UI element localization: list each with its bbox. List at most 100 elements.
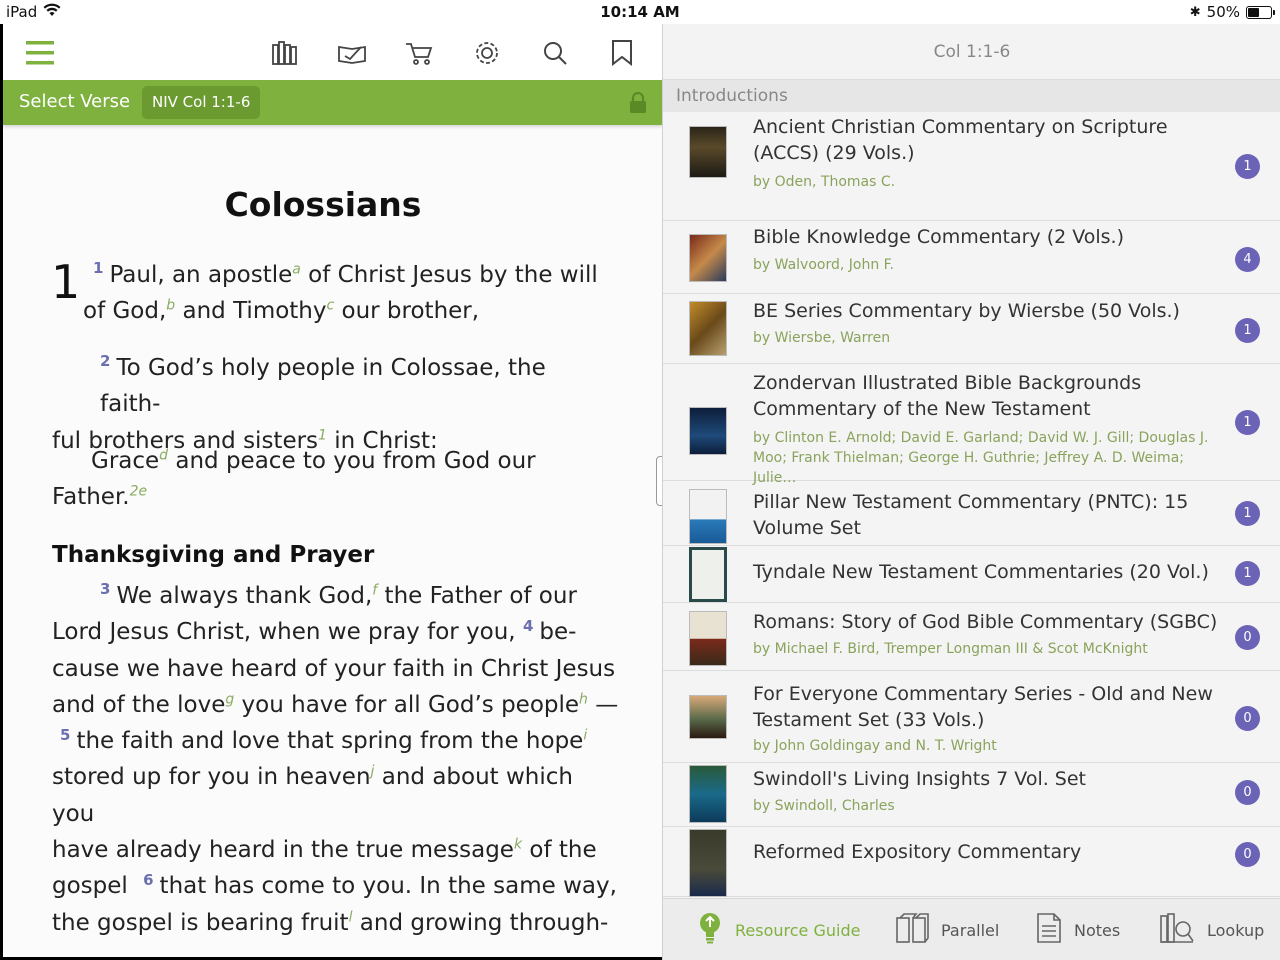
resource-author: by Clinton E. Arnold; David E. Garland; … bbox=[753, 430, 1209, 486]
count-badge: 1 bbox=[1235, 501, 1260, 526]
resource-title: Reformed Expository Commentary bbox=[753, 841, 1082, 863]
count-badge: 0 bbox=[1235, 780, 1260, 805]
resource-title: Ancient Christian Commentary on Scriptur… bbox=[753, 116, 1168, 164]
count-badge: 1 bbox=[1235, 318, 1260, 343]
count-badge: 0 bbox=[1235, 625, 1260, 650]
reference-button[interactable]: NIV Col 1:1-6 bbox=[142, 86, 261, 119]
resource-title: Romans: Story of God Bible Commentary (S… bbox=[753, 611, 1218, 633]
footnote-marker[interactable]: 2e bbox=[130, 484, 148, 500]
bottom-tab-bar: Resource Guide Parallel Notes Lookup bbox=[663, 898, 1280, 960]
main-toolbar bbox=[3, 24, 662, 80]
book-cover-image bbox=[689, 407, 727, 455]
settings-icon[interactable] bbox=[472, 38, 502, 68]
resource-title: Bible Knowledge Commentary (2 Vols.) bbox=[753, 226, 1125, 248]
library-icon[interactable] bbox=[270, 38, 300, 68]
notes-icon bbox=[1036, 912, 1062, 948]
list-item[interactable]: Zondervan Illustrated Bible Backgrounds … bbox=[663, 364, 1280, 486]
battery-percent: 50% bbox=[1206, 3, 1240, 21]
lookup-icon bbox=[1159, 912, 1195, 948]
lock-icon[interactable] bbox=[629, 91, 647, 118]
footnote-marker[interactable]: i bbox=[583, 728, 587, 744]
footnote-marker[interactable]: 1 bbox=[318, 427, 327, 443]
count-badge: 1 bbox=[1235, 410, 1260, 435]
reading-plan-icon[interactable] bbox=[337, 38, 367, 68]
bookmark-icon[interactable] bbox=[607, 38, 637, 68]
resource-author: by Oden, Thomas C. bbox=[753, 174, 896, 190]
tab-label: Parallel bbox=[941, 920, 1000, 940]
list-item[interactable]: Tyndale New Testament Commentaries (20 V… bbox=[663, 546, 1280, 603]
battery-icon bbox=[1246, 5, 1275, 19]
select-verse-button[interactable]: Select Verse bbox=[19, 91, 130, 112]
tab-notes[interactable]: Notes bbox=[1036, 913, 1120, 947]
resource-title: Swindoll's Living Insights 7 Vol. Set bbox=[753, 768, 1087, 790]
list-item[interactable]: Bible Knowledge Commentary (2 Vols.) by … bbox=[663, 221, 1280, 294]
search-icon[interactable] bbox=[540, 38, 570, 68]
verse-number[interactable]: 4 bbox=[523, 617, 533, 635]
resource-title: BE Series Commentary by Wiersbe (50 Vols… bbox=[753, 300, 1180, 322]
tab-resource-guide[interactable]: Resource Guide bbox=[697, 913, 860, 947]
resource-guide-pane: Col 1:1-6 Introductions Ancient Christia… bbox=[662, 24, 1280, 960]
resource-list[interactable]: Ancient Christian Commentary on Scriptur… bbox=[663, 112, 1280, 898]
book-title: Colossians bbox=[224, 185, 422, 224]
footnote-marker[interactable]: b bbox=[166, 298, 175, 314]
chapter-number: 1 bbox=[51, 255, 81, 309]
clock: 10:14 AM bbox=[600, 3, 680, 21]
tab-label: Resource Guide bbox=[735, 920, 861, 940]
parallel-books-icon bbox=[895, 912, 929, 948]
book-cover-image bbox=[689, 489, 727, 544]
lightbulb-icon bbox=[697, 912, 723, 948]
verse-number[interactable]: 6 bbox=[143, 871, 153, 889]
count-badge: 1 bbox=[1235, 154, 1260, 179]
resource-author: by John Goldingay and N. T. Wright bbox=[753, 738, 997, 754]
paragraph-4: 3 We always thank God,f the Father of our… bbox=[52, 580, 619, 936]
book-cover-image bbox=[689, 301, 727, 356]
footnote-marker[interactable]: k bbox=[514, 836, 522, 852]
book-cover-image bbox=[689, 829, 727, 897]
section-heading: Thanksgiving and Prayer bbox=[52, 542, 375, 568]
bible-text-view[interactable]: Colossians 1 1 Paul, an apostlea of Chris… bbox=[3, 125, 662, 957]
tab-parallel[interactable]: Parallel bbox=[895, 913, 999, 947]
list-item[interactable]: Reformed Expository Commentary 0 bbox=[663, 827, 1280, 897]
list-item[interactable]: BE Series Commentary by Wiersbe (50 Vols… bbox=[663, 294, 1280, 364]
count-badge: 0 bbox=[1235, 706, 1260, 731]
verse-number[interactable]: 5 bbox=[60, 726, 70, 744]
verse-number[interactable]: 3 bbox=[100, 580, 110, 598]
resource-author: by Michael F. Bird, Tremper Longman III … bbox=[753, 641, 1148, 657]
footnote-marker[interactable]: a bbox=[292, 261, 301, 277]
count-badge: 1 bbox=[1235, 561, 1260, 586]
footnote-marker[interactable]: h bbox=[579, 691, 588, 707]
verse-selector-bar: Select Verse NIV Col 1:1-6 bbox=[3, 80, 662, 125]
tab-lookup[interactable]: Lookup bbox=[1159, 913, 1264, 947]
resource-author: by Walvoord, John F. bbox=[753, 257, 894, 273]
resource-title: Zondervan Illustrated Bible Backgrounds … bbox=[753, 372, 1142, 420]
list-item[interactable]: Romans: Story of God Bible Commentary (S… bbox=[663, 603, 1280, 671]
section-header-introductions: Introductions bbox=[663, 80, 1280, 112]
paragraph-3: Graced and peace to you from God our Fat… bbox=[52, 447, 536, 511]
verse-number[interactable]: 2 bbox=[100, 352, 110, 370]
book-cover-image bbox=[689, 234, 727, 282]
count-badge: 0 bbox=[1235, 842, 1260, 867]
cart-icon[interactable] bbox=[404, 38, 434, 68]
list-item[interactable]: Swindoll's Living Insights 7 Vol. Set by… bbox=[663, 763, 1280, 827]
list-item[interactable]: Pillar New Testament Commentary (PNTC): … bbox=[663, 481, 1280, 546]
verse-number[interactable]: 1 bbox=[93, 259, 103, 277]
book-cover-image bbox=[689, 126, 727, 178]
tab-label: Lookup bbox=[1207, 920, 1265, 940]
pane-title: Col 1:1-6 bbox=[663, 24, 1280, 80]
list-item[interactable]: For Everyone Commentary Series - Old and… bbox=[663, 671, 1280, 763]
footnote-marker[interactable]: d bbox=[159, 447, 168, 463]
book-cover-image bbox=[689, 547, 727, 602]
bible-pane: Select Verse NIV Col 1:1-6 Colossians 1 … bbox=[3, 24, 662, 957]
paragraph-1: 1 Paul, an apostlea of Christ Jesus by th… bbox=[83, 259, 598, 325]
menu-icon[interactable] bbox=[25, 38, 55, 68]
resource-title: Tyndale New Testament Commentaries (20 V… bbox=[753, 561, 1209, 583]
book-cover-image bbox=[689, 611, 727, 666]
bluetooth-icon: ✱ bbox=[1189, 4, 1201, 20]
count-badge: 4 bbox=[1235, 247, 1260, 272]
list-item[interactable]: Ancient Christian Commentary on Scriptur… bbox=[663, 112, 1280, 221]
resource-author: by Swindoll, Charles bbox=[753, 798, 895, 814]
footnote-marker[interactable]: g bbox=[225, 691, 234, 707]
book-cover-image bbox=[689, 695, 727, 739]
resource-title: For Everyone Commentary Series - Old and… bbox=[753, 683, 1213, 731]
resource-author: by Wiersbe, Warren bbox=[753, 330, 891, 346]
